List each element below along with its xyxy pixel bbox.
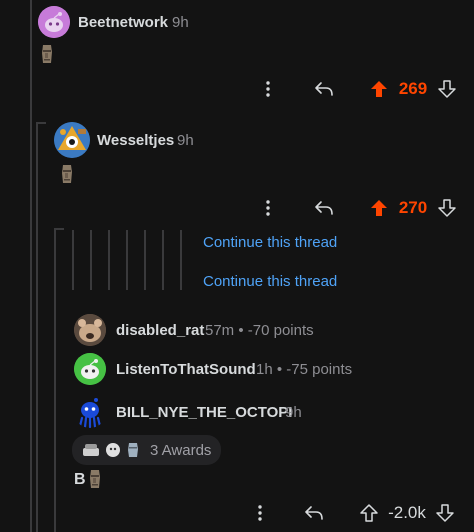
thread-line[interactable] [162, 230, 164, 290]
upvote-icon[interactable] [358, 502, 380, 524]
reply-icon[interactable] [302, 502, 326, 524]
thread-line[interactable] [36, 122, 38, 532]
more-options-icon[interactable] [260, 78, 276, 100]
comment-time: 9h [177, 132, 194, 149]
downvote-icon[interactable] [436, 197, 458, 219]
upvote-icon[interactable] [368, 197, 390, 219]
rat-avatar-icon [74, 314, 106, 346]
comment-username[interactable]: Beetnetwork [78, 14, 168, 31]
comment-body-text: B [74, 471, 86, 488]
downvote-icon[interactable] [434, 502, 456, 524]
collapsed-username[interactable]: disabled_rat [116, 322, 204, 339]
moai-emoji-icon [60, 164, 74, 189]
thread-connector [54, 228, 64, 230]
vote-score: -2.0k [388, 503, 426, 522]
moai-award-icon [128, 443, 138, 457]
snoo-icon [38, 6, 70, 38]
snoo-icon [74, 353, 106, 385]
moai-emoji-icon [40, 44, 54, 69]
collapsed-meta: 1h • -75 points [256, 361, 353, 378]
comment-username[interactable]: BILL_NYE_THE_OCTOPI [116, 404, 292, 421]
collapsed-username[interactable]: ListenToThatSound [116, 361, 256, 378]
thread-line[interactable] [144, 230, 146, 290]
thread-line[interactable] [30, 0, 32, 532]
upvote-icon[interactable] [368, 78, 390, 100]
vote-score: 269 [398, 79, 428, 98]
avatar[interactable] [54, 122, 90, 158]
thread-line[interactable] [90, 230, 92, 290]
more-options-icon[interactable] [252, 502, 268, 524]
vote-score: 270 [398, 198, 428, 217]
comment-time: 9h [172, 14, 189, 31]
thread-line[interactable] [180, 230, 182, 290]
snoo-icon [54, 122, 90, 158]
award-icon [83, 444, 99, 456]
thread-line[interactable] [108, 230, 110, 290]
continue-thread-link[interactable]: Continue this thread [203, 234, 337, 251]
thread-connector [36, 122, 46, 124]
snoo-icon [78, 398, 102, 428]
reply-icon[interactable] [312, 197, 336, 219]
awards-count: 3 Awards [150, 441, 212, 459]
comment-username[interactable]: Wesseltjes [97, 132, 174, 149]
thread-line[interactable] [54, 228, 56, 532]
moai-emoji-icon [88, 469, 102, 494]
awards-pill[interactable]: 3 Awards [72, 435, 222, 465]
comment-time: 9h [285, 404, 302, 421]
downvote-icon[interactable] [436, 78, 458, 100]
thread-line[interactable] [72, 230, 74, 290]
collapsed-meta: 57m • -70 points [205, 322, 314, 339]
avatar[interactable] [38, 6, 70, 38]
avatar[interactable] [74, 353, 106, 385]
thread-line[interactable] [126, 230, 128, 290]
continue-thread-link[interactable]: Continue this thread [203, 273, 337, 290]
award-icon [106, 443, 120, 457]
more-options-icon[interactable] [260, 197, 276, 219]
reply-icon[interactable] [312, 78, 336, 100]
avatar[interactable] [74, 314, 106, 346]
avatar[interactable] [74, 396, 106, 428]
